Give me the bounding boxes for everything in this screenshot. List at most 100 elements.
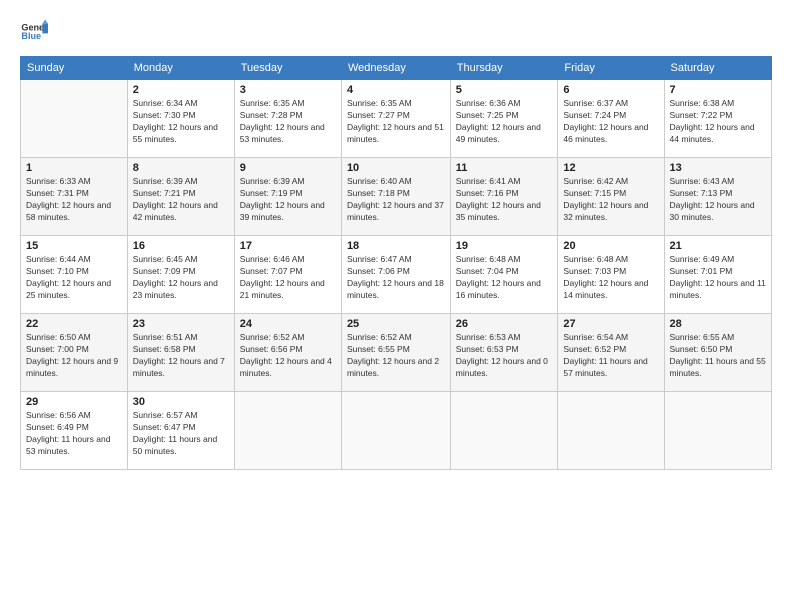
day-number: 24: [240, 318, 336, 330]
calendar-table: SundayMondayTuesdayWednesdayThursdayFrid…: [20, 56, 772, 470]
calendar-cell: 26 Sunrise: 6:53 AMSunset: 6:53 PMDaylig…: [450, 314, 558, 392]
calendar-cell: [664, 392, 771, 470]
day-number: 15: [26, 240, 122, 252]
day-info: Sunrise: 6:54 AMSunset: 6:52 PMDaylight:…: [563, 332, 658, 380]
day-info: Sunrise: 6:39 AMSunset: 7:19 PMDaylight:…: [240, 176, 336, 224]
calendar-cell: 10 Sunrise: 6:40 AMSunset: 7:18 PMDaylig…: [341, 158, 450, 236]
calendar-cell: 25 Sunrise: 6:52 AMSunset: 6:55 PMDaylig…: [341, 314, 450, 392]
day-info: Sunrise: 6:36 AMSunset: 7:25 PMDaylight:…: [456, 98, 553, 146]
calendar-cell: 30 Sunrise: 6:57 AMSunset: 6:47 PMDaylig…: [127, 392, 234, 470]
calendar-cell: 4 Sunrise: 6:35 AMSunset: 7:27 PMDayligh…: [341, 80, 450, 158]
calendar-cell: 15 Sunrise: 6:44 AMSunset: 7:10 PMDaylig…: [21, 236, 128, 314]
day-number: 10: [347, 162, 445, 174]
calendar-cell: 19 Sunrise: 6:48 AMSunset: 7:04 PMDaylig…: [450, 236, 558, 314]
calendar-cell: 24 Sunrise: 6:52 AMSunset: 6:56 PMDaylig…: [234, 314, 341, 392]
day-number: 27: [563, 318, 658, 330]
calendar-cell: 29 Sunrise: 6:56 AMSunset: 6:49 PMDaylig…: [21, 392, 128, 470]
day-info: Sunrise: 6:40 AMSunset: 7:18 PMDaylight:…: [347, 176, 445, 224]
calendar-cell: 17 Sunrise: 6:46 AMSunset: 7:07 PMDaylig…: [234, 236, 341, 314]
day-number: 7: [670, 84, 766, 96]
calendar-cell: 6 Sunrise: 6:37 AMSunset: 7:24 PMDayligh…: [558, 80, 664, 158]
day-info: Sunrise: 6:42 AMSunset: 7:15 PMDaylight:…: [563, 176, 658, 224]
day-number: 16: [133, 240, 229, 252]
calendar-cell: 8 Sunrise: 6:39 AMSunset: 7:21 PMDayligh…: [127, 158, 234, 236]
calendar-cell: [341, 392, 450, 470]
column-header-tuesday: Tuesday: [234, 57, 341, 80]
day-number: 30: [133, 396, 229, 408]
day-number: 19: [456, 240, 553, 252]
calendar-cell: 13 Sunrise: 6:43 AMSunset: 7:13 PMDaylig…: [664, 158, 771, 236]
column-header-sunday: Sunday: [21, 57, 128, 80]
day-number: 23: [133, 318, 229, 330]
day-info: Sunrise: 6:41 AMSunset: 7:16 PMDaylight:…: [456, 176, 553, 224]
day-number: 8: [133, 162, 229, 174]
day-info: Sunrise: 6:33 AMSunset: 7:31 PMDaylight:…: [26, 176, 122, 224]
day-number: 25: [347, 318, 445, 330]
calendar-cell: 21 Sunrise: 6:49 AMSunset: 7:01 PMDaylig…: [664, 236, 771, 314]
calendar-cell: [450, 392, 558, 470]
calendar-cell: 23 Sunrise: 6:51 AMSunset: 6:58 PMDaylig…: [127, 314, 234, 392]
day-number: 28: [670, 318, 766, 330]
day-number: 5: [456, 84, 553, 96]
day-number: 9: [240, 162, 336, 174]
day-info: Sunrise: 6:38 AMSunset: 7:22 PMDaylight:…: [670, 98, 766, 146]
calendar-cell: [234, 392, 341, 470]
day-info: Sunrise: 6:51 AMSunset: 6:58 PMDaylight:…: [133, 332, 229, 380]
day-number: 4: [347, 84, 445, 96]
calendar-cell: 3 Sunrise: 6:35 AMSunset: 7:28 PMDayligh…: [234, 80, 341, 158]
day-number: 22: [26, 318, 122, 330]
day-info: Sunrise: 6:43 AMSunset: 7:13 PMDaylight:…: [670, 176, 766, 224]
day-info: Sunrise: 6:52 AMSunset: 6:56 PMDaylight:…: [240, 332, 336, 380]
column-header-thursday: Thursday: [450, 57, 558, 80]
day-info: Sunrise: 6:49 AMSunset: 7:01 PMDaylight:…: [670, 254, 766, 302]
svg-text:Blue: Blue: [21, 31, 41, 41]
day-info: Sunrise: 6:39 AMSunset: 7:21 PMDaylight:…: [133, 176, 229, 224]
calendar-cell: 27 Sunrise: 6:54 AMSunset: 6:52 PMDaylig…: [558, 314, 664, 392]
day-number: 2: [133, 84, 229, 96]
day-info: Sunrise: 6:52 AMSunset: 6:55 PMDaylight:…: [347, 332, 445, 380]
day-info: Sunrise: 6:35 AMSunset: 7:27 PMDaylight:…: [347, 98, 445, 146]
calendar-cell: 5 Sunrise: 6:36 AMSunset: 7:25 PMDayligh…: [450, 80, 558, 158]
day-info: Sunrise: 6:56 AMSunset: 6:49 PMDaylight:…: [26, 410, 122, 458]
day-info: Sunrise: 6:46 AMSunset: 7:07 PMDaylight:…: [240, 254, 336, 302]
logo: General Blue: [20, 18, 48, 46]
day-number: 1: [26, 162, 122, 174]
calendar-cell: [558, 392, 664, 470]
day-info: Sunrise: 6:37 AMSunset: 7:24 PMDaylight:…: [563, 98, 658, 146]
calendar-cell: 2 Sunrise: 6:34 AMSunset: 7:30 PMDayligh…: [127, 80, 234, 158]
day-number: 3: [240, 84, 336, 96]
calendar-cell: 9 Sunrise: 6:39 AMSunset: 7:19 PMDayligh…: [234, 158, 341, 236]
calendar-cell: 7 Sunrise: 6:38 AMSunset: 7:22 PMDayligh…: [664, 80, 771, 158]
day-info: Sunrise: 6:55 AMSunset: 6:50 PMDaylight:…: [670, 332, 766, 380]
column-header-friday: Friday: [558, 57, 664, 80]
day-number: 6: [563, 84, 658, 96]
day-number: 21: [670, 240, 766, 252]
calendar-cell: 20 Sunrise: 6:48 AMSunset: 7:03 PMDaylig…: [558, 236, 664, 314]
day-number: 11: [456, 162, 553, 174]
day-number: 17: [240, 240, 336, 252]
day-info: Sunrise: 6:47 AMSunset: 7:06 PMDaylight:…: [347, 254, 445, 302]
calendar-cell: 1 Sunrise: 6:33 AMSunset: 7:31 PMDayligh…: [21, 158, 128, 236]
day-info: Sunrise: 6:50 AMSunset: 7:00 PMDaylight:…: [26, 332, 122, 380]
day-number: 26: [456, 318, 553, 330]
day-info: Sunrise: 6:44 AMSunset: 7:10 PMDaylight:…: [26, 254, 122, 302]
calendar-cell: 28 Sunrise: 6:55 AMSunset: 6:50 PMDaylig…: [664, 314, 771, 392]
calendar-cell: 22 Sunrise: 6:50 AMSunset: 7:00 PMDaylig…: [21, 314, 128, 392]
calendar-cell: 18 Sunrise: 6:47 AMSunset: 7:06 PMDaylig…: [341, 236, 450, 314]
day-info: Sunrise: 6:45 AMSunset: 7:09 PMDaylight:…: [133, 254, 229, 302]
day-info: Sunrise: 6:48 AMSunset: 7:03 PMDaylight:…: [563, 254, 658, 302]
column-header-wednesday: Wednesday: [341, 57, 450, 80]
calendar-cell: 11 Sunrise: 6:41 AMSunset: 7:16 PMDaylig…: [450, 158, 558, 236]
day-info: Sunrise: 6:35 AMSunset: 7:28 PMDaylight:…: [240, 98, 336, 146]
day-number: 18: [347, 240, 445, 252]
column-header-monday: Monday: [127, 57, 234, 80]
day-info: Sunrise: 6:48 AMSunset: 7:04 PMDaylight:…: [456, 254, 553, 302]
day-number: 12: [563, 162, 658, 174]
day-number: 29: [26, 396, 122, 408]
day-number: 13: [670, 162, 766, 174]
day-info: Sunrise: 6:57 AMSunset: 6:47 PMDaylight:…: [133, 410, 229, 458]
calendar-cell: 12 Sunrise: 6:42 AMSunset: 7:15 PMDaylig…: [558, 158, 664, 236]
day-number: 20: [563, 240, 658, 252]
day-info: Sunrise: 6:34 AMSunset: 7:30 PMDaylight:…: [133, 98, 229, 146]
day-info: Sunrise: 6:53 AMSunset: 6:53 PMDaylight:…: [456, 332, 553, 380]
